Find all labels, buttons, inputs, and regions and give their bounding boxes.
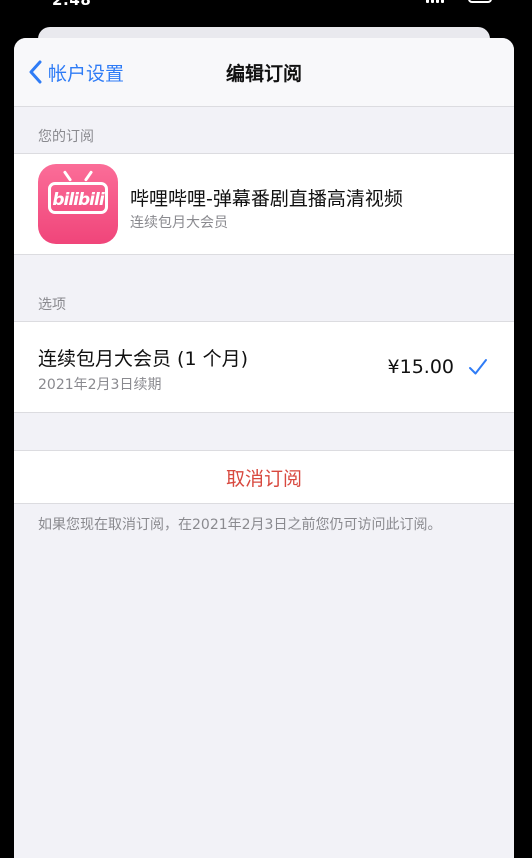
checkmark-icon — [469, 359, 487, 375]
status-icons — [426, 0, 492, 3]
page-title: 编辑订阅 — [225, 63, 302, 85]
cancel-subscription-label: 取消订阅 — [225, 467, 302, 490]
cancel-footer-note: 如果您现在取消订阅，在2021年2月3日之前您仍可访问此订阅。 — [38, 517, 442, 533]
battery-icon — [468, 0, 492, 3]
modal-sheet: 帐户设置 编辑订阅 您的订阅 bilibili 哔哩哔哩-弹幕番剧直播高清视频 … — [14, 38, 514, 858]
option-renewal-date: 2021年2月3日续期 — [38, 377, 162, 393]
section-header-subscription: 您的订阅 — [38, 129, 94, 145]
navigation-bar: 帐户设置 编辑订阅 — [14, 38, 514, 107]
cancel-subscription-button[interactable]: 取消订阅 — [14, 450, 514, 504]
section-header-options: 选项 — [38, 297, 66, 313]
app-name: 哔哩哔哩-弹幕番剧直播高清视频 — [130, 188, 403, 210]
option-row-monthly[interactable]: 连续包月大会员 (1 个月) 2021年2月3日续期 ¥15.00 — [14, 321, 514, 413]
subscription-app-row: bilibili 哔哩哔哩-弹幕番剧直播高清视频 连续包月大会员 — [14, 153, 514, 255]
option-price: ¥15.00 — [387, 356, 454, 378]
signal-icon — [426, 0, 444, 3]
bilibili-app-icon: bilibili — [38, 164, 118, 244]
wifi-icon — [451, 0, 461, 3]
app-plan: 连续包月大会员 — [130, 215, 228, 231]
status-time: 2:48 — [52, 0, 92, 9]
status-bar: 2:48 — [0, 0, 532, 14]
bilibili-logo-text: bilibili — [52, 190, 104, 210]
option-title: 连续包月大会员 (1 个月) — [38, 348, 248, 370]
